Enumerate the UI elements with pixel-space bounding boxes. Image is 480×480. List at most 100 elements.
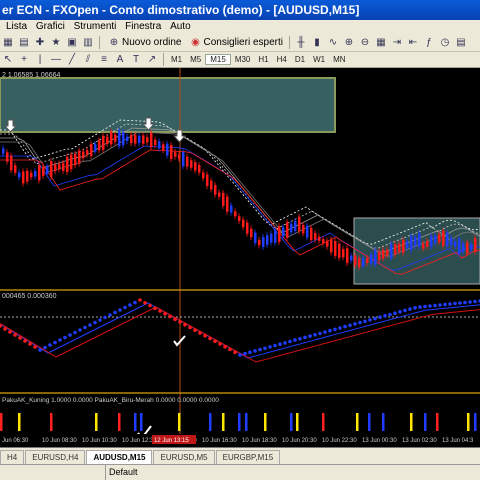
- fibo-icon[interactable]: ≡: [98, 54, 110, 66]
- shift-icon[interactable]: ⇤: [407, 37, 419, 49]
- candle-bear: [66, 156, 69, 172]
- osc-dot: [263, 346, 267, 351]
- menu-item-tools[interactable]: Strumenti: [74, 21, 117, 32]
- candle-bear: [142, 135, 145, 144]
- osc-dot: [53, 340, 57, 345]
- menu-item-file[interactable]: Lista: [6, 21, 27, 32]
- timeframe-m15[interactable]: M15: [205, 54, 231, 65]
- candle-chart-icon[interactable]: ▮: [311, 37, 323, 49]
- candle-bull: [458, 238, 461, 254]
- bar-chart-icon[interactable]: ╫: [295, 37, 307, 49]
- cursor-icon[interactable]: ↖: [2, 54, 14, 66]
- terminal-icon[interactable]: ▥: [82, 37, 94, 49]
- new-chart-icon[interactable]: ▦: [2, 37, 14, 49]
- osc-dot: [348, 323, 352, 328]
- price-chart[interactable]: 2 1.06585 1.06664 000465 0.000360 PakuAK…: [0, 68, 480, 446]
- candle-bear: [214, 184, 217, 195]
- osc-dot: [178, 320, 182, 324]
- crosshair-icon[interactable]: +: [18, 54, 30, 66]
- arrow-icon[interactable]: ↗: [146, 54, 158, 66]
- tab-eurgbp-m15[interactable]: EURGBP,M15: [215, 450, 281, 464]
- candle-bear: [194, 162, 197, 171]
- chart-canvas[interactable]: 2 1.06585 1.06664 000465 0.000360 PakuAK…: [0, 68, 480, 446]
- candle-bull: [18, 172, 21, 178]
- osc-dot: [128, 303, 132, 307]
- candle-bull: [34, 171, 37, 177]
- osc-dot: [168, 314, 172, 319]
- timeframe-h4[interactable]: H4: [273, 55, 291, 64]
- timeframe-w1[interactable]: W1: [309, 55, 329, 64]
- osc-dot: [468, 300, 472, 304]
- timeframe-m30[interactable]: M30: [231, 55, 255, 64]
- candle-bear: [218, 192, 221, 197]
- label-icon[interactable]: T: [130, 54, 142, 66]
- templates-icon[interactable]: ▤: [455, 37, 467, 49]
- histogram-bar: [50, 413, 53, 431]
- candle-bear: [234, 211, 237, 217]
- timeframe-d1[interactable]: D1: [291, 55, 309, 64]
- menu-item-auto[interactable]: Auto: [170, 21, 191, 32]
- candle-bull: [362, 258, 365, 267]
- tab-h4[interactable]: H4: [0, 450, 25, 464]
- timeframe-m1[interactable]: M1: [167, 55, 186, 64]
- osc-dot: [223, 345, 227, 349]
- candle-bear: [110, 131, 113, 145]
- horizontal-line-icon[interactable]: —: [50, 54, 62, 66]
- timeframe-h1[interactable]: H1: [254, 55, 272, 64]
- new-order-button[interactable]: ⊕ Nuovo ordine: [106, 37, 182, 49]
- osc-dot: [433, 303, 437, 308]
- candle-bear: [26, 170, 29, 182]
- tab-eurusd-h4[interactable]: EURUSD,H4: [25, 450, 86, 464]
- profiles-icon[interactable]: ▤: [18, 37, 30, 49]
- time-marker-label: 12 Jun 13:15: [154, 438, 189, 444]
- candle-bear: [302, 224, 305, 234]
- candle-bear: [338, 243, 341, 258]
- osc-dot: [228, 347, 232, 352]
- osc-dot: [73, 330, 77, 335]
- channel-icon[interactable]: ⫽: [82, 54, 94, 66]
- text-icon[interactable]: A: [114, 54, 126, 66]
- autoscroll-icon[interactable]: ⇥: [391, 37, 403, 49]
- candle-bear: [74, 153, 77, 166]
- candle-bear: [426, 240, 429, 247]
- menu-item-window[interactable]: Finestra: [125, 21, 161, 32]
- histogram-bar: [18, 413, 21, 431]
- candle-bear: [50, 161, 53, 177]
- candle-bear: [258, 239, 261, 246]
- tab-eurusd-m5[interactable]: EURUSD,M5: [153, 450, 215, 464]
- trendline-icon[interactable]: ╱: [66, 54, 78, 66]
- candle-bull: [230, 205, 233, 213]
- osc-dot: [438, 303, 442, 307]
- status-bar: Default: [0, 464, 480, 480]
- osc-dot: [353, 322, 357, 326]
- timeframe-m5[interactable]: M5: [186, 55, 205, 64]
- tile-icon[interactable]: ▦: [375, 37, 387, 49]
- histogram-bar: [322, 413, 325, 431]
- candle-bear: [226, 196, 229, 212]
- tab-audusd-m15[interactable]: AUDUSD,M15: [86, 450, 153, 464]
- experts-button[interactable]: ◉ Consiglieri esperti: [187, 37, 283, 49]
- zone-box-upper[interactable]: [0, 77, 336, 133]
- new-order-label: Nuovo ordine: [122, 37, 182, 48]
- menu-item-charts[interactable]: Grafici: [36, 21, 65, 32]
- osc-dot: [193, 328, 197, 333]
- histogram-bar: [382, 413, 385, 431]
- candle-bull: [306, 225, 309, 238]
- osc-signal-line: [0, 302, 480, 359]
- candle-bear: [422, 243, 425, 249]
- candle-bear: [130, 134, 133, 144]
- candle-bear: [210, 180, 213, 190]
- vertical-line-icon[interactable]: |: [34, 54, 46, 66]
- candle-bear: [286, 222, 289, 238]
- data-window-icon[interactable]: ▣: [66, 37, 78, 49]
- line-chart-icon[interactable]: ∿: [327, 37, 339, 49]
- navigator-icon[interactable]: ★: [50, 37, 62, 49]
- market-watch-icon[interactable]: ✚: [34, 37, 46, 49]
- timeframe-mn[interactable]: MN: [329, 55, 349, 64]
- osc-dot: [248, 350, 252, 355]
- period-icon[interactable]: ◷: [439, 37, 451, 49]
- zoom-in-icon[interactable]: ⊕: [343, 37, 355, 49]
- indicators-icon[interactable]: ƒ: [423, 37, 435, 49]
- zoom-out-icon[interactable]: ⊖: [359, 37, 371, 49]
- candle-bear: [150, 132, 153, 148]
